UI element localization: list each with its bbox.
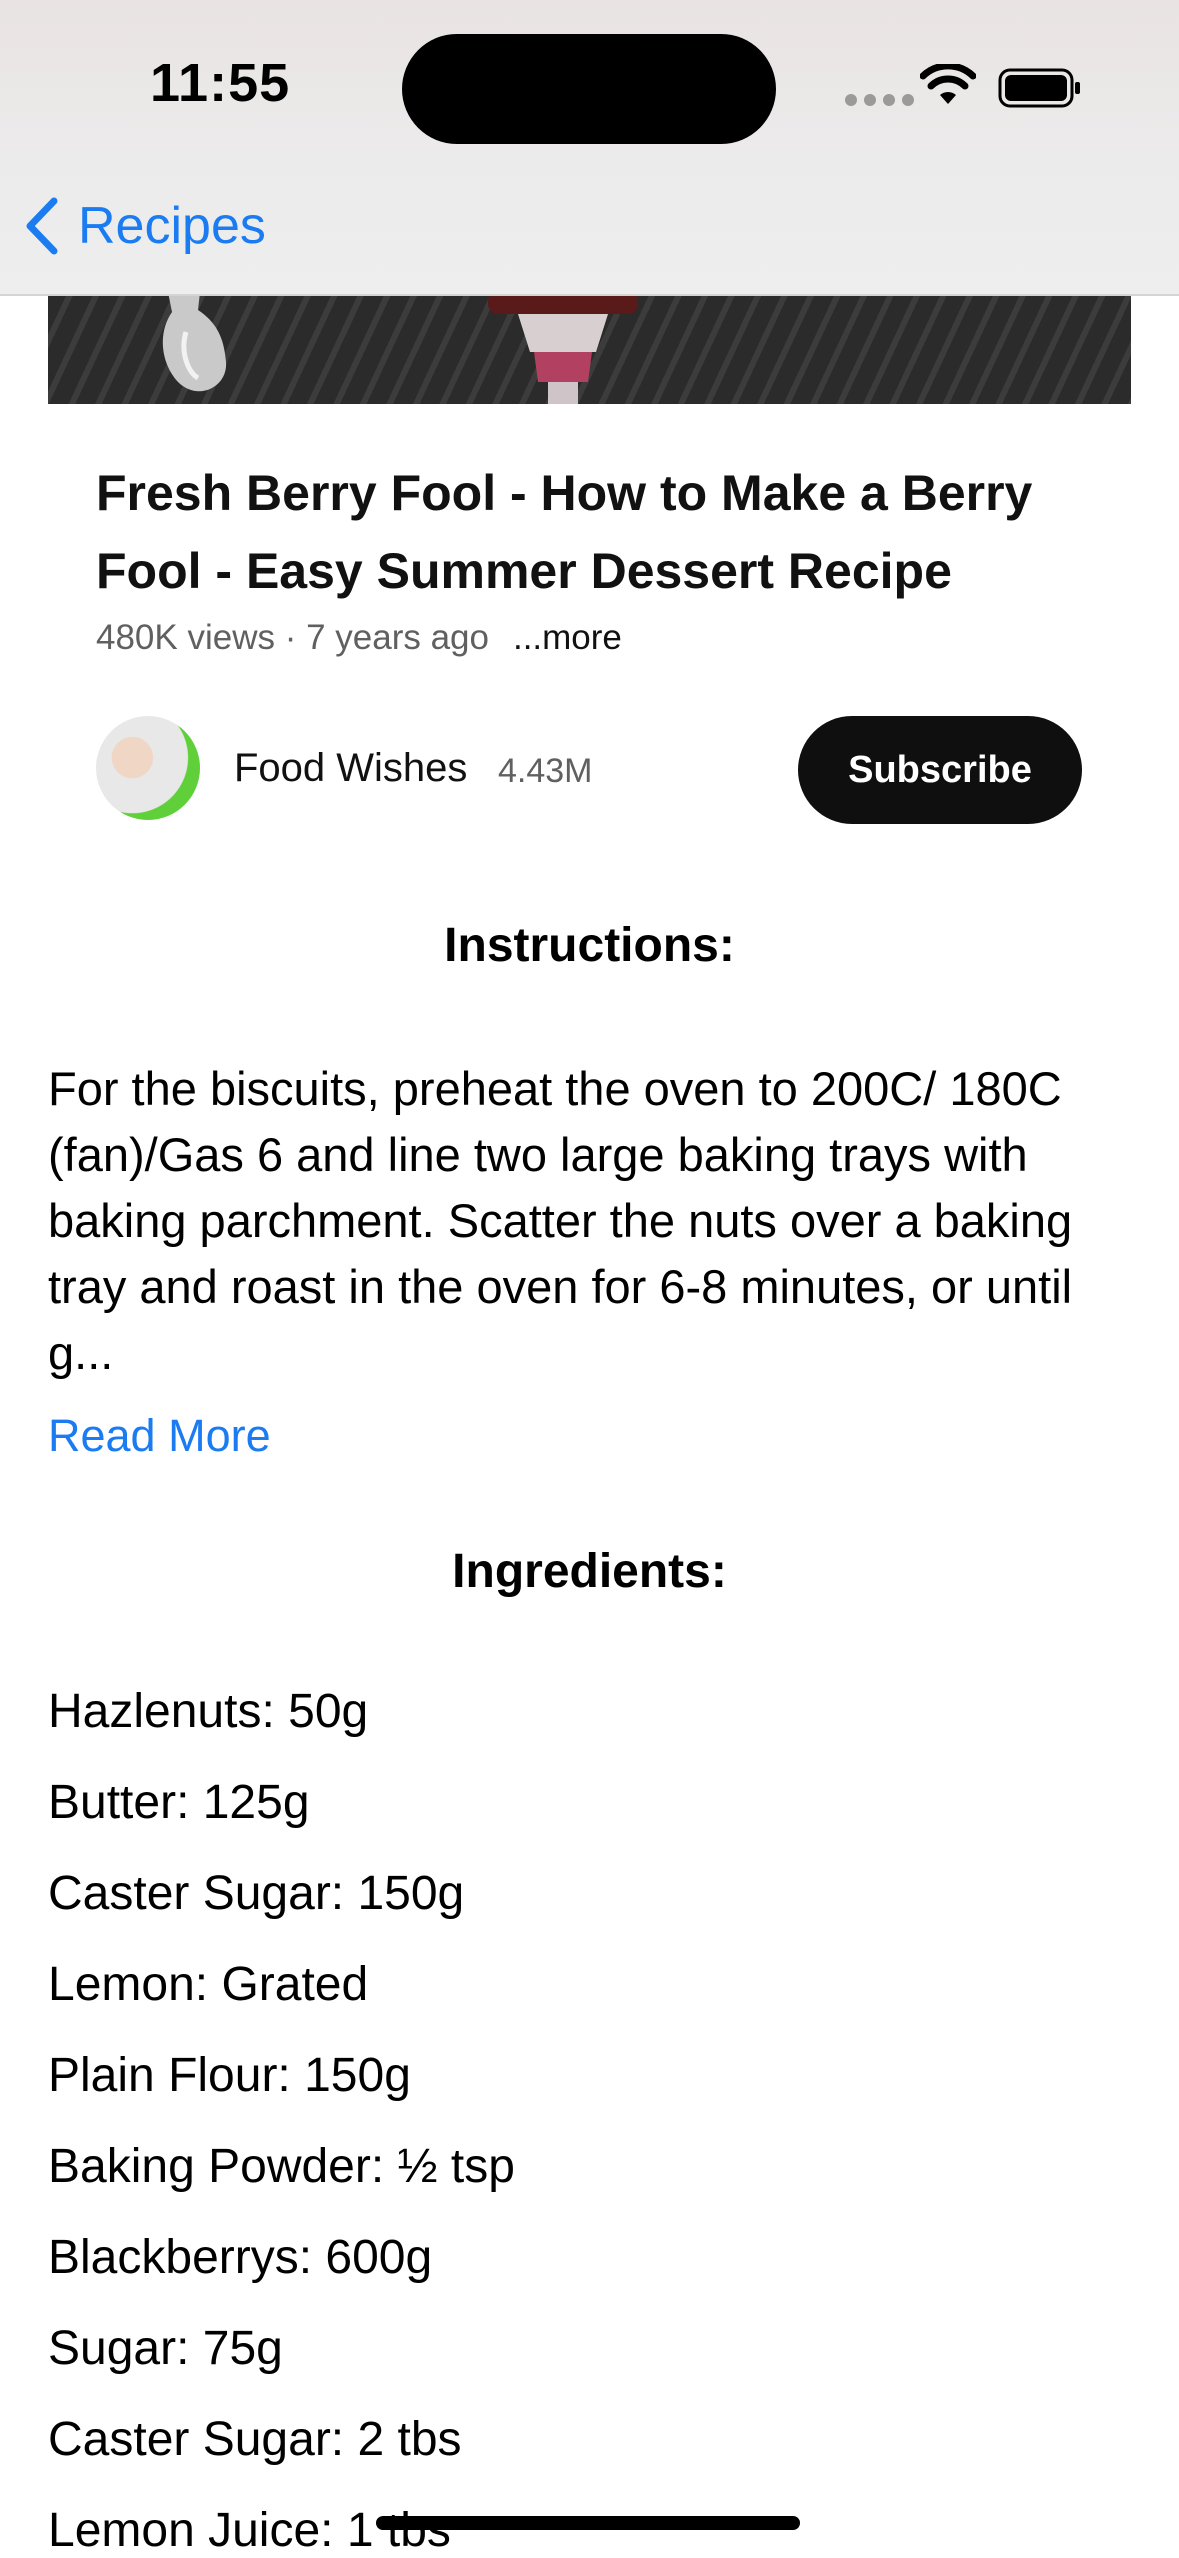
cellular-signal-icon: [845, 94, 914, 106]
ingredient-item: Lemon: Grated: [48, 1958, 369, 2011]
ingredient-item: Lemon Juice: 1 tbs: [48, 2504, 451, 2557]
ingredient-item: Caster Sugar: 150g: [48, 1867, 465, 1920]
subscribe-button[interactable]: Subscribe: [798, 716, 1082, 824]
ingredient-item: Plain Flour: 150g: [48, 2049, 411, 2102]
wifi-icon: [920, 64, 976, 104]
instructions-heading: Instructions:: [444, 919, 735, 972]
ingredients-heading: Ingredients:: [452, 1545, 727, 1598]
ingredient-item: Butter: 125g: [48, 1776, 310, 1829]
subscriber-count: 4.43M: [498, 752, 593, 790]
read-more-button[interactable]: Read More: [48, 1410, 271, 1462]
video-meta: 480K views · 7 years ago ...more: [96, 618, 622, 658]
dynamic-island: [402, 34, 776, 144]
channel-avatar[interactable]: [96, 716, 200, 820]
spoon-image: [162, 292, 638, 404]
ingredient-item: Caster Sugar: 2 tbs: [48, 2413, 462, 2466]
ingredient-item: Baking Powder: ½ tsp: [48, 2140, 515, 2193]
navigation-bar: 11:55 Recipes: [0, 0, 1179, 296]
home-indicator[interactable]: [376, 2516, 800, 2530]
ingredient-item: Sugar: 75g: [48, 2322, 283, 2375]
video-thumbnail[interactable]: [48, 292, 1131, 404]
back-button[interactable]: Recipes: [24, 196, 266, 256]
chevron-left-icon: [26, 197, 58, 255]
more-link[interactable]: ...more: [513, 618, 622, 657]
channel-name[interactable]: Food Wishes: [234, 746, 467, 791]
ingredient-item: Blackberrys: 600g: [48, 2231, 433, 2284]
battery-icon: [998, 68, 1080, 108]
channel-row: Food Wishes 4.43M Subscribe: [96, 716, 1082, 824]
video-title[interactable]: Fresh Berry Fool - How to Make a Berry F…: [96, 454, 1096, 610]
video-views-age: 480K views · 7 years ago: [96, 618, 489, 657]
back-button-label: Recipes: [78, 197, 266, 255]
instructions-text: For the biscuits, preheat the oven to 20…: [48, 1062, 1073, 1379]
status-time: 11:55: [150, 53, 291, 113]
ingredient-item: Hazlenuts: 50g: [48, 1685, 369, 1738]
